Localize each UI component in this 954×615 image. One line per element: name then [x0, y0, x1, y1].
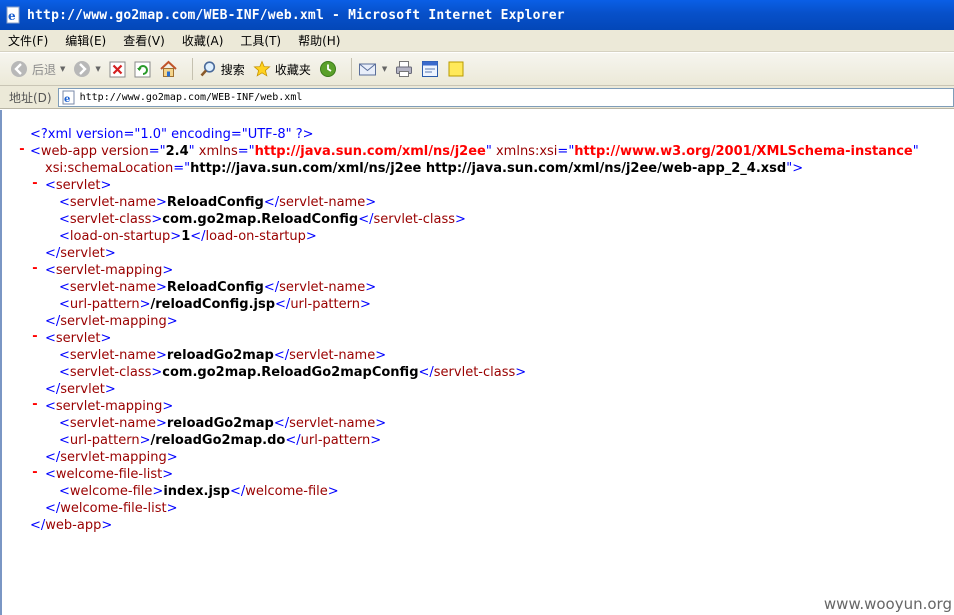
xml-servlet-class: <servlet-class>com.go2map.ReloadConfig</… [59, 212, 466, 227]
address-input[interactable]: e http://www.go2map.com/WEB-INF/web.xml [57, 87, 954, 107]
favorites-label: 收藏夹 [274, 62, 311, 77]
xml-servlet-close: </servlet> [45, 382, 116, 397]
collapse-toggle[interactable]: - [31, 465, 39, 480]
address-bar: 地址(D) e http://www.go2map.com/WEB-INF/we… [0, 86, 954, 109]
refresh-button[interactable] [134, 61, 151, 78]
xml-load-on-startup: <load-on-startup>1</load-on-startup> [59, 229, 317, 244]
menu-favorites[interactable]: 收藏(A) [182, 32, 224, 49]
collapse-toggle[interactable]: - [18, 142, 26, 157]
xml-servlet-open: <servlet> [45, 178, 112, 193]
back-label: 后退 [32, 62, 57, 77]
edit-button[interactable] [421, 60, 439, 78]
page-icon: e [62, 90, 75, 105]
toolbar-separator [191, 58, 193, 80]
address-label: 地址(D) [9, 90, 52, 105]
watermark: www.wooyun.org [823, 595, 952, 613]
stop-button[interactable] [109, 61, 126, 78]
mail-icon [358, 63, 376, 76]
xml-schema-location: xsi:schemaLocation="http://java.sun.com/… [45, 161, 804, 176]
xml-servlet-mapping-open: <servlet-mapping> [45, 263, 174, 278]
menu-tools[interactable]: 工具(T) [240, 32, 281, 49]
toolbar-separator [350, 58, 352, 80]
note-icon [448, 61, 464, 77]
xml-declaration: <?xml version="1.0" encoding="UTF-8" ?> [30, 127, 314, 142]
ie-document-icon: e [6, 6, 20, 24]
menu-view[interactable]: 查看(V) [123, 32, 165, 49]
collapse-toggle[interactable]: - [31, 329, 39, 344]
messenger-button[interactable] [447, 60, 465, 78]
toolbar: 后退 ▼ ▼ 搜索 收藏夹 ▼ [0, 53, 954, 86]
edit-page-icon [422, 61, 439, 77]
print-button[interactable] [395, 60, 413, 78]
collapse-toggle[interactable]: - [31, 176, 39, 191]
xml-servlet-mapping-close: </servlet-mapping> [45, 314, 178, 329]
menu-help[interactable]: 帮助(H) [298, 32, 340, 49]
star-icon [253, 60, 271, 77]
history-icon [319, 61, 336, 77]
search-label: 搜索 [220, 62, 245, 77]
menu-bar: 文件(F) 编辑(E) 查看(V) 收藏(A) 工具(T) 帮助(H) [0, 30, 954, 52]
back-arrow-icon [11, 61, 27, 77]
xml-servlet-name: <servlet-name>ReloadConfig</servlet-name… [59, 195, 377, 210]
mail-button[interactable]: ▼ [358, 61, 387, 77]
mail-dropdown-icon[interactable]: ▼ [382, 65, 387, 73]
forward-arrow-icon [74, 61, 91, 77]
title-bar: e http://www.go2map.com/WEB-INF/web.xml … [0, 0, 954, 30]
xml-servlet-class: <servlet-class>com.go2map.ReloadGo2mapCo… [59, 365, 527, 380]
forward-button[interactable]: ▼ [73, 60, 101, 78]
xml-url-pattern: <url-pattern>/reloadConfig.jsp</url-patt… [59, 297, 371, 312]
svg-text:e: e [8, 9, 16, 23]
xml-webapp-open: <web-app version="2.4" xmlns="http://jav… [30, 144, 919, 159]
history-button[interactable] [319, 60, 337, 78]
home-button[interactable] [159, 60, 178, 78]
xml-servlet-close: </servlet> [45, 246, 116, 261]
menu-edit[interactable]: 编辑(E) [65, 32, 106, 49]
xml-servlet-mapping-open: <servlet-mapping> [45, 399, 174, 414]
home-icon [160, 60, 177, 77]
collapse-toggle[interactable]: - [31, 261, 39, 276]
back-dropdown-icon[interactable]: ▼ [60, 65, 65, 73]
xml-welcome-file-list-open: <welcome-file-list> [45, 467, 174, 482]
xml-servlet-open: <servlet> [45, 331, 112, 346]
xml-servlet-name: <servlet-name>reloadGo2map</servlet-name… [59, 348, 387, 363]
window-title: http://www.go2map.com/WEB-INF/web.xml - … [27, 7, 565, 23]
xml-webapp-close: </web-app> [30, 518, 113, 533]
xml-servlet-name: <servlet-name>reloadGo2map</servlet-name… [59, 416, 387, 431]
refresh-icon [134, 61, 151, 77]
search-icon [200, 61, 215, 77]
xml-viewer: <?xml version="1.0" encoding="UTF-8" ?> … [0, 110, 954, 615]
xml-welcome-file-list-close: </welcome-file-list> [45, 501, 178, 516]
forward-dropdown-icon[interactable]: ▼ [95, 65, 100, 73]
xml-servlet-mapping-close: </servlet-mapping> [45, 450, 178, 465]
xml-servlet-name: <servlet-name>ReloadConfig</servlet-name… [59, 280, 377, 295]
favorites-button[interactable]: 收藏夹 [253, 60, 311, 78]
back-button[interactable]: 后退 ▼ [10, 60, 65, 78]
printer-icon [396, 61, 413, 77]
stop-icon [109, 61, 126, 77]
svg-text:e: e [64, 94, 70, 105]
search-button[interactable]: 搜索 [199, 60, 245, 78]
address-url: http://www.go2map.com/WEB-INF/web.xml [79, 91, 303, 103]
xml-welcome-file: <welcome-file>index.jsp</welcome-file> [59, 484, 339, 499]
collapse-toggle[interactable]: - [31, 397, 39, 412]
xml-url-pattern: <url-pattern>/reloadGo2map.do</url-patte… [59, 433, 382, 448]
menu-file[interactable]: 文件(F) [8, 32, 48, 49]
